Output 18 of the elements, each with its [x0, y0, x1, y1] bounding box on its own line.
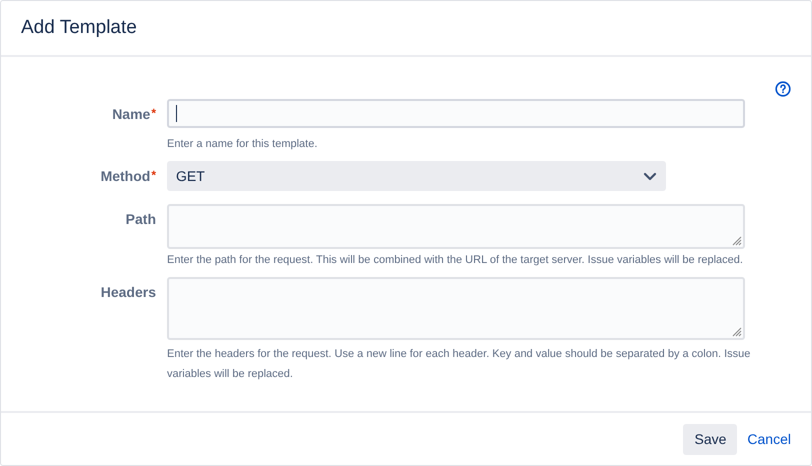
field-description: Enter the path for the request. This will be combined with the URL of the target server. Issue variables will be replaced. — [167, 253, 744, 268]
field-label: Headers — [100, 284, 156, 300]
field-label: Method — [100, 168, 150, 184]
resize-handle-icon[interactable] — [732, 236, 742, 246]
method-dropdown[interactable]: GET — [167, 161, 666, 191]
cancel-link[interactable]: Cancel — [747, 431, 791, 447]
field-label: Path — [126, 211, 156, 227]
required-mark: * — [151, 106, 156, 120]
resize-handle-icon[interactable] — [732, 327, 742, 337]
field-label: Name — [112, 106, 150, 122]
save-button[interactable]: Save — [683, 424, 738, 454]
dialog-title: Add Template — [21, 17, 137, 39]
chevron-down-icon — [643, 172, 657, 180]
required-mark: * — [151, 168, 156, 182]
name-field[interactable] — [167, 99, 745, 128]
help-icon[interactable] — [775, 81, 791, 97]
field-description: Enter the headers for the request. Use a new line for each header. Key and value should be separated by a colon. Issue variables will be replaced. — [167, 347, 752, 382]
field-description: Enter a name for this template. — [167, 137, 318, 152]
